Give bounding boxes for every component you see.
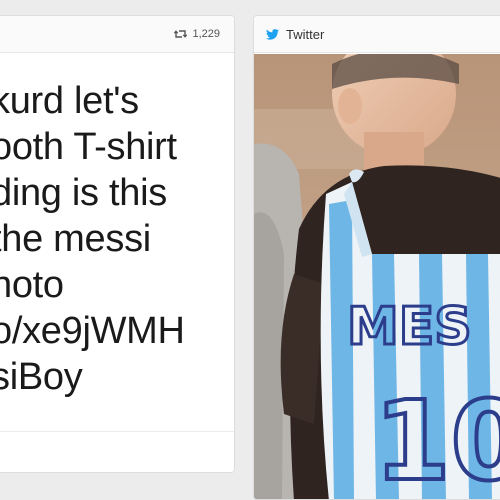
twitter-photo-card: Twitter MES 1 — [253, 15, 500, 500]
tweet-link[interactable]: o/xe9jWMH — [0, 308, 234, 354]
jersey-name-text: MES — [347, 297, 472, 357]
retweet-count: 1,229 — [192, 28, 220, 40]
retweet-icon[interactable] — [174, 29, 188, 39]
tweet-line: the messi — [0, 218, 151, 260]
tweet-photo[interactable]: MES 10 — [254, 54, 500, 499]
tweet-line: hoto — [0, 264, 64, 306]
jersey-number-text: 10 — [374, 377, 500, 499]
tweet-line: kurd let's — [0, 80, 139, 122]
tweet-hashtag[interactable]: siBoy — [0, 354, 234, 400]
tweet-card: 1,229 kurd let's ooth T-shirt ding is th… — [0, 15, 235, 473]
tweet-card-footer — [0, 431, 234, 472]
tweet-card-header: 1,229 — [0, 16, 234, 53]
photo-card-header: Twitter — [254, 16, 500, 53]
tweet-line: ding is this — [0, 172, 167, 214]
tweet-body: kurd let's ooth T-shirt ding is this the… — [0, 78, 234, 400]
twitter-bird-icon — [266, 28, 279, 40]
tweet-line: ooth T-shirt — [0, 126, 177, 168]
source-label[interactable]: Twitter — [286, 27, 324, 42]
